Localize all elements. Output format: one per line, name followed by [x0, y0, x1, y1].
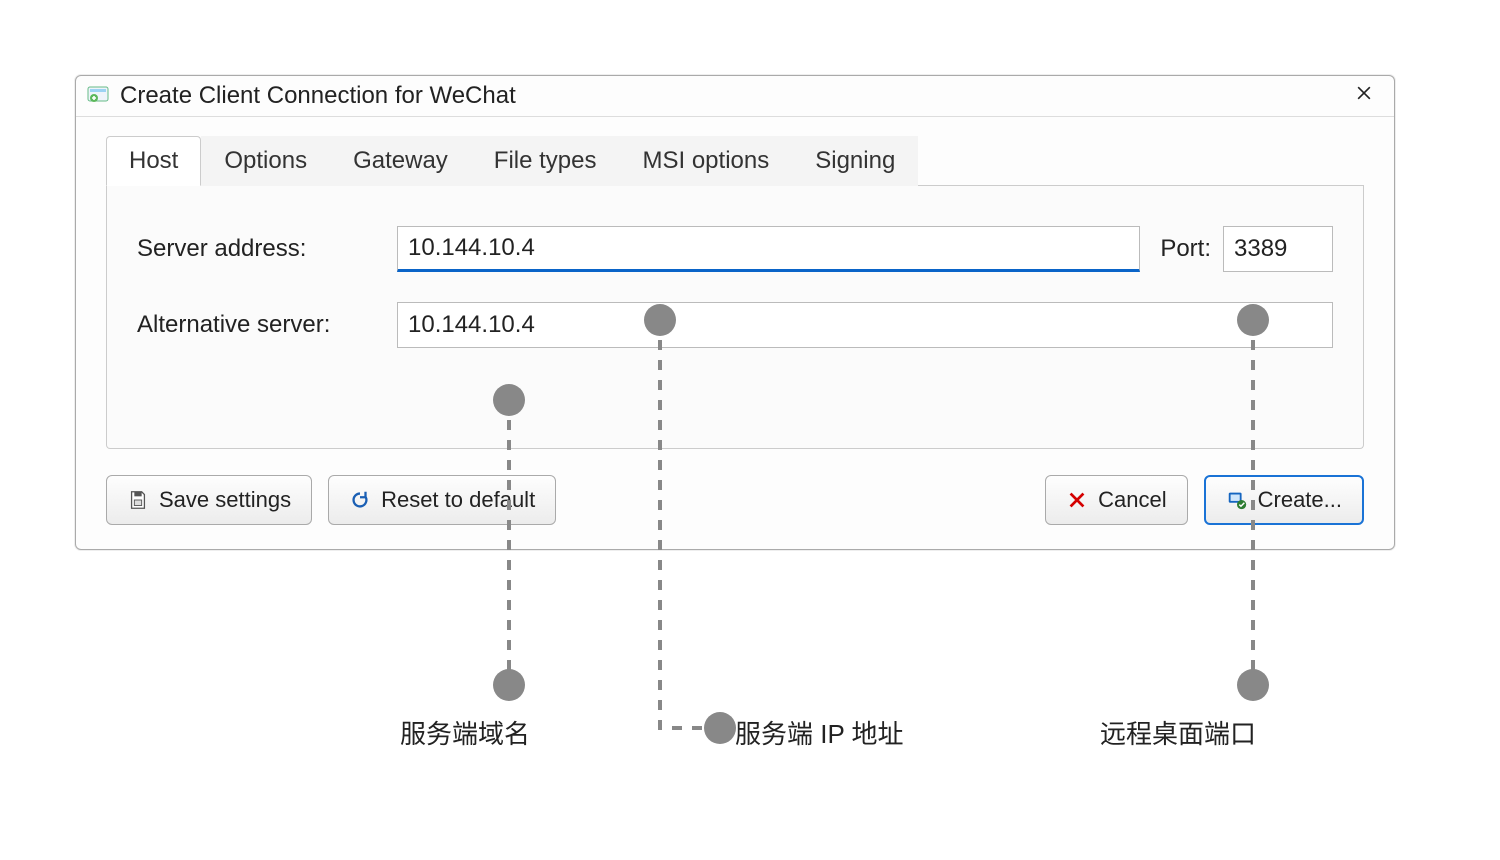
tab-bar: Host Options Gateway File types MSI opti…	[106, 135, 1364, 186]
create-icon	[1226, 489, 1248, 511]
button-label: Create...	[1258, 487, 1342, 513]
app-icon	[86, 84, 110, 108]
annotation-label-server-ip: 服务端 IP 地址	[735, 714, 904, 751]
port-label: Port:	[1160, 235, 1211, 263]
tab-label: File types	[494, 147, 597, 174]
dialog-create-client-connection: Create Client Connection for WeChat Host…	[75, 75, 1395, 550]
cancel-button[interactable]: Cancel	[1045, 475, 1187, 525]
tab-host[interactable]: Host	[106, 136, 201, 186]
button-bar: Save settings Reset to default Cancel	[106, 475, 1364, 525]
tab-options[interactable]: Options	[201, 136, 330, 186]
tab-label: Host	[129, 147, 178, 174]
button-label: Save settings	[159, 487, 291, 513]
row-server-address: Server address: Port:	[137, 226, 1333, 272]
tab-gateway[interactable]: Gateway	[330, 136, 471, 186]
button-label: Reset to default	[381, 487, 535, 513]
save-settings-button[interactable]: Save settings	[106, 475, 312, 525]
tab-msi-options[interactable]: MSI options	[620, 136, 793, 186]
reset-to-default-button[interactable]: Reset to default	[328, 475, 556, 525]
cancel-icon	[1066, 489, 1088, 511]
tab-label: Gateway	[353, 147, 448, 174]
tab-file-types[interactable]: File types	[471, 136, 620, 186]
create-button[interactable]: Create...	[1204, 475, 1364, 525]
tab-label: MSI options	[643, 147, 770, 174]
tab-label: Options	[224, 147, 307, 174]
alternative-server-label: Alternative server:	[137, 311, 397, 339]
reset-icon	[349, 489, 371, 511]
button-label: Cancel	[1098, 487, 1166, 513]
close-button[interactable]	[1344, 82, 1384, 110]
tab-label: Signing	[815, 147, 895, 174]
alternative-server-input[interactable]	[397, 302, 1333, 348]
window-title: Create Client Connection for WeChat	[120, 82, 1344, 110]
save-icon	[127, 489, 149, 511]
annotation-label-alt-server: 服务端域名	[400, 714, 530, 751]
server-address-input[interactable]	[397, 226, 1140, 272]
port-input[interactable]	[1223, 226, 1333, 272]
titlebar: Create Client Connection for WeChat	[76, 76, 1394, 117]
server-address-label: Server address:	[137, 235, 397, 263]
dialog-body: Host Options Gateway File types MSI opti…	[76, 117, 1394, 549]
tab-signing[interactable]: Signing	[792, 136, 918, 186]
annotation-label-port: 远程桌面端口	[1100, 714, 1256, 751]
tab-panel-host: Server address: Port: Alternative server…	[106, 186, 1364, 449]
row-alternative-server: Alternative server:	[137, 302, 1333, 348]
